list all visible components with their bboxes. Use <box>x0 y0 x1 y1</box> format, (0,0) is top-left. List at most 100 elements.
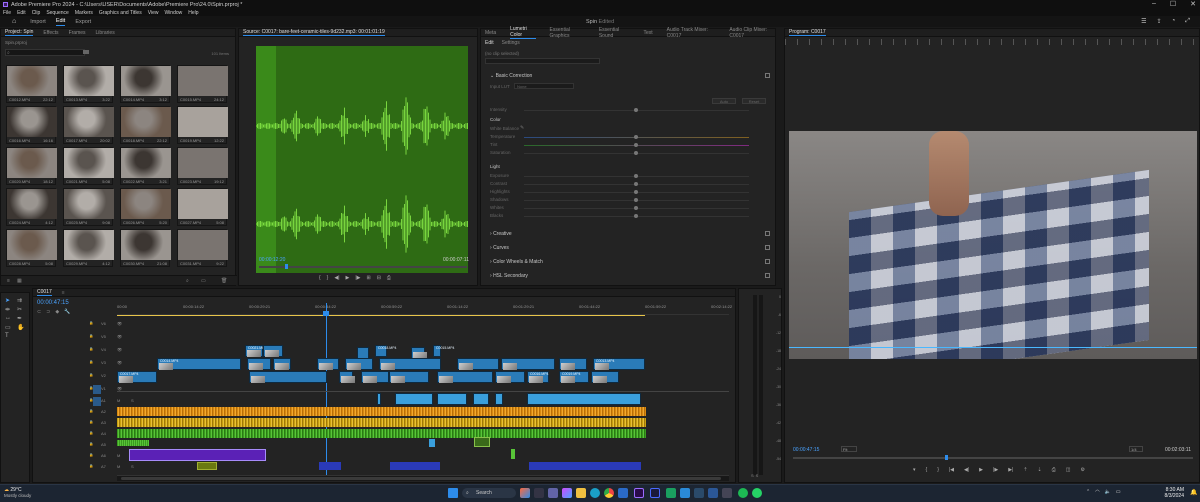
track-header-v3[interactable]: 🔒 V3 👁 <box>69 358 147 370</box>
temperature-row[interactable]: Temperature <box>484 133 774 141</box>
app-icon-blue[interactable] <box>680 488 690 498</box>
video-clip[interactable] <box>495 371 525 383</box>
tab-meta[interactable]: Meta <box>485 30 496 36</box>
clip-thumbnail[interactable]: C0022.MP4 3:21 <box>120 147 171 185</box>
mark-in-icon[interactable]: { <box>926 467 928 473</box>
clip-thumbnail[interactable]: C0019.MP4 12:22 <box>177 106 228 144</box>
source-patch[interactable] <box>93 385 101 394</box>
menu-markers[interactable]: Markers <box>75 10 93 16</box>
a6-audio-clip-3[interactable] <box>390 462 440 470</box>
tab-text[interactable]: Text <box>643 30 652 36</box>
a4-audio-clip[interactable] <box>117 440 149 446</box>
battery-icon[interactable]: ▭ <box>1116 489 1121 495</box>
clip-thumbnail[interactable]: C0028.MP4 5:08 <box>6 229 57 267</box>
track-header-v6[interactable]: 🔒 V6 👁 <box>69 319 147 331</box>
a5-audio-clip[interactable] <box>129 449 266 461</box>
mark-in-icon[interactable]: { <box>319 275 321 281</box>
tab-frames[interactable]: Frames <box>69 30 86 36</box>
play-icon[interactable]: ▶ <box>346 275 350 281</box>
a4-audio-clip-3[interactable] <box>474 437 490 447</box>
section-hsl-secondary[interactable]: › HSL Secondary <box>484 272 774 281</box>
track-header-v4[interactable]: 🔒 V4 👁 <box>69 345 147 357</box>
lock-icon[interactable]: 🔒 <box>89 464 93 468</box>
section-toggle[interactable] <box>765 245 770 250</box>
wifi-icon[interactable]: ◠ <box>1095 489 1099 495</box>
media-encoder-icon[interactable] <box>650 488 660 498</box>
audio-clip[interactable] <box>437 393 467 405</box>
scrollbar-thumb[interactable] <box>121 477 721 480</box>
contrast-row[interactable]: Contrast <box>484 180 774 188</box>
lock-icon[interactable]: 🔒 <box>89 347 93 351</box>
video-clip[interactable]: C0016.MP4 <box>527 371 549 383</box>
lock-icon[interactable]: 🔒 <box>89 420 93 424</box>
clock[interactable]: 8:30 AM 8/3/2024 <box>1150 487 1184 499</box>
comparison-icon[interactable]: ◫ <box>1066 467 1071 473</box>
quick-export-icon[interactable]: ⇪ <box>1157 18 1162 25</box>
fit-select[interactable]: Fit <box>841 446 857 452</box>
step-back-icon[interactable]: ◀| <box>334 275 339 281</box>
tab-audio-clip-mixer[interactable]: Audio Clip Mixer: C0017 <box>729 27 775 39</box>
rectangle-icon[interactable]: ▭ <box>5 324 15 331</box>
solo-icon[interactable]: S <box>131 398 134 403</box>
video-clip[interactable] <box>273 358 291 370</box>
section-toggle[interactable] <box>765 273 770 278</box>
lock-icon[interactable]: 🔒 <box>89 360 93 364</box>
clip-thumbnail[interactable]: C0031.MP4 9:22 <box>177 229 228 267</box>
video-clip[interactable]: C0021.MP4 <box>245 345 266 357</box>
go-to-in-icon[interactable]: |◀ <box>949 467 954 473</box>
clip-thumbnail[interactable]: C0014.MP4 3:12 <box>120 65 171 103</box>
video-clip[interactable] <box>317 358 339 370</box>
delete-icon[interactable]: 🗑 <box>221 278 227 284</box>
eye-icon[interactable]: 👁 <box>117 321 122 326</box>
video-clip[interactable] <box>361 371 389 383</box>
video-clip[interactable] <box>263 345 283 357</box>
settings-icon[interactable]: ⚙ <box>1081 467 1085 473</box>
weather-widget[interactable]: ☁ 29°C Mostly cloudy <box>4 487 31 499</box>
menu-graphics[interactable]: Graphics and Titles <box>99 10 142 16</box>
audio-clip[interactable] <box>527 393 641 405</box>
volume-icon[interactable]: 🔈 <box>1105 489 1111 495</box>
video-clip[interactable] <box>389 371 429 383</box>
source-patch[interactable] <box>93 397 101 406</box>
menu-sequence[interactable]: Sequence <box>46 10 69 16</box>
section-creative[interactable]: › Creative <box>484 230 774 239</box>
workspace-import[interactable]: Import <box>30 19 46 25</box>
highlights-row[interactable]: Highlights <box>484 188 774 196</box>
windows-start-icon[interactable] <box>448 488 458 498</box>
lift-icon[interactable]: ⇡ <box>1023 467 1027 473</box>
a6-audio-clip-2[interactable] <box>319 462 341 470</box>
fullscreen-icon[interactable]: ⤢ <box>1185 18 1190 25</box>
mute-icon[interactable]: M <box>117 398 120 403</box>
pen-icon[interactable]: ✒ <box>17 315 27 322</box>
blacks-row[interactable]: Blacks <box>484 212 774 220</box>
clip-thumbnail[interactable]: C0023.MP4 19:12 <box>177 147 228 185</box>
menu-file[interactable]: File <box>3 10 11 16</box>
play-icon[interactable]: ▶ <box>979 467 983 473</box>
eyedropper-icon[interactable]: ✎ <box>520 125 524 131</box>
clip-thumbnail[interactable]: C0027.MP4 5:08 <box>177 188 228 226</box>
lock-icon[interactable]: 🔒 <box>89 334 93 338</box>
program-playhead[interactable] <box>945 455 948 460</box>
mute-icon[interactable]: M <box>117 453 120 458</box>
task-view-icon[interactable] <box>534 488 544 498</box>
progress-icon[interactable]: ◔ <box>1172 18 1176 25</box>
clip-thumbnail[interactable]: C0013.MP4 3:22 <box>63 65 114 103</box>
insert-icon[interactable]: ⊞ <box>367 275 371 281</box>
clip-thumbnail[interactable]: C0030.MP4 21:08 <box>120 229 171 267</box>
home-icon[interactable]: ⌂ <box>12 18 16 25</box>
teams-icon[interactable] <box>548 488 558 498</box>
clip-thumbnail[interactable]: C0017.MP4 20:02 <box>63 106 114 144</box>
razor-icon[interactable]: ✂ <box>17 306 27 313</box>
clip-thumbnail[interactable]: C0012.MP4 22:12 <box>6 65 57 103</box>
list-view-icon[interactable]: ≡ <box>7 278 10 284</box>
eye-icon[interactable]: 👁 <box>117 360 122 365</box>
search-input[interactable]: ⌕ <box>5 49 85 56</box>
copilot-icon[interactable] <box>562 488 572 498</box>
colorful-app-icon[interactable] <box>520 488 530 498</box>
subtab-edit[interactable]: Edit <box>485 40 494 46</box>
clip-thumbnail[interactable]: C0016.MP4 16:16 <box>6 106 57 144</box>
lock-icon[interactable]: 🔒 <box>89 409 93 413</box>
extract-icon[interactable]: ⇣ <box>1038 467 1042 473</box>
program-tab[interactable]: Program: C0017 <box>789 29 826 36</box>
track-header-v1[interactable]: 🔒 V1 👁 <box>69 384 147 396</box>
